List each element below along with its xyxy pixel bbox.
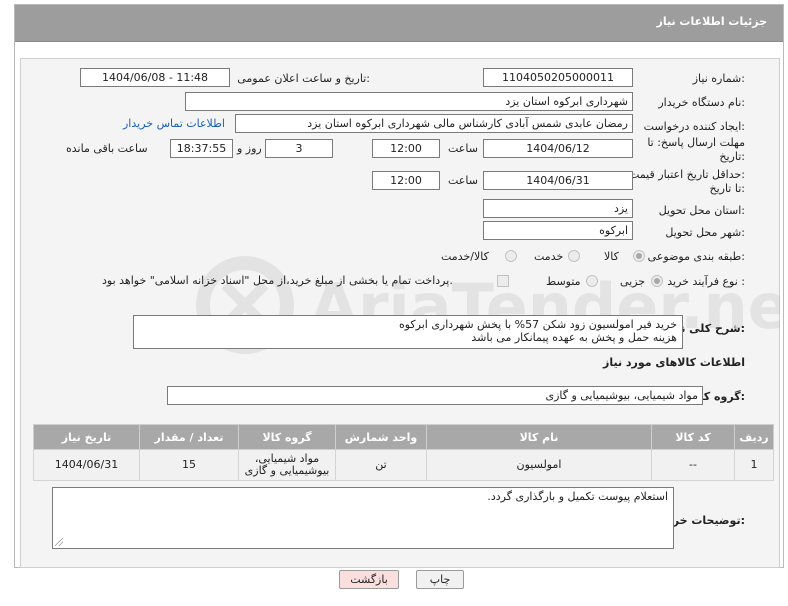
deadline-label-line1: مهلت ارسال پاسخ: تا [647,136,745,149]
price-validity-label-line2: تا تاریخ: [709,182,745,195]
general-desc-textarea[interactable]: خرید فیر امولسیون زود شکن 57% با پخش شهر… [133,315,683,349]
treasury-payment-checkbox[interactable] [497,275,509,287]
goods-table: ردیف کد کالا نام کالا واحد شمارش گروه کا… [33,424,774,481]
col-qty: تعداد / مقدار [139,424,239,450]
col-date: تاریخ نیاز [33,424,140,450]
cell-group: مواد شیمیایی، بیوشیمیایی و گازی [238,449,336,481]
buyer-org-label: نام دستگاه خریدار: [658,96,745,109]
buyer-notes-text: استعلام پیوست تکمیل و بارگذاری گردد. [487,490,668,503]
process-radio-minor[interactable] [651,275,663,287]
price-validity-time-label: ساعت [448,174,478,187]
category-option-goods: کالا [604,250,619,263]
announce-label: تاریخ و ساعت اعلان عمومی: [237,72,370,85]
cell-unit: تن [335,449,427,481]
city-field: ابرکوه [483,221,633,240]
contact-info-link[interactable]: اطلاعات تماس خریدار [123,117,225,130]
cell-qty: 15 [139,449,239,481]
buyer-notes-textarea[interactable]: استعلام پیوست تکمیل و بارگذاری گردد. [52,487,674,549]
col-group: گروه کالا [238,424,336,450]
treasury-payment-note: پرداخت تمام یا بخشی از مبلغ خرید،از محل … [102,274,453,287]
requester-label: ایجاد کننده درخواست: [643,120,745,133]
col-name: نام کالا [426,424,652,450]
province-field: یزد [483,199,633,218]
goods-section-title: اطلاعات کالاهای مورد نیاز [603,356,745,369]
buyer-org-field: شهرداری ابرکوه استان یزد [185,92,633,111]
price-validity-label-line1: حداقل تاریخ اعتبار قیمت: [629,168,745,181]
remaining-time-label: ساعت باقی مانده [66,142,148,155]
process-radio-medium[interactable] [586,275,598,287]
process-option-medium: متوسط [546,275,581,288]
category-option-both: کالا/خدمت [441,250,489,263]
category-radio-service[interactable] [568,250,580,262]
price-validity-time-field: 12:00 [372,171,440,190]
deadline-time-label: ساعت [448,142,478,155]
requester-field: رمضان عابدی شمس آبادی کارشناس مالی شهردا… [235,114,633,133]
days-remaining-field: 3 [265,139,333,158]
price-validity-date-field: 1404/06/31 [483,171,633,190]
cell-code: -- [651,449,735,481]
city-label: شهر محل تحویل: [665,226,745,239]
table-row: 1 -- امولسیون تن مواد شیمیایی، بیوشیمیای… [33,449,774,481]
remaining-time-field: 18:37:55 [170,139,233,158]
back-button[interactable]: بازگشت [339,570,399,589]
col-index: ردیف [734,424,774,450]
category-radio-both[interactable] [505,250,517,262]
need-number-field: 1104050205000011 [483,68,633,87]
print-button[interactable]: چاپ [416,570,464,589]
need-number-label: شماره نیاز: [692,72,745,85]
process-option-minor: جزیی [620,275,646,288]
goods-table-header: ردیف کد کالا نام کالا واحد شمارش گروه کا… [33,424,774,450]
col-unit: واحد شمارش [335,424,427,450]
days-label: روز و [237,142,262,155]
process-label: نوع فرآیند خرید : [667,275,745,288]
resize-grip-icon[interactable] [55,538,63,546]
deadline-date-field: 1404/06/12 [483,139,633,158]
deadline-label-line2: تاریخ: [719,150,745,163]
title-bar: جزئیات اطلاعات نیاز [15,5,783,42]
page-title: جزئیات اطلاعات نیاز [656,15,768,28]
deadline-time-field: 12:00 [372,139,440,158]
goods-group-field: مواد شیمیایی، بیوشیمیایی و گازی [167,386,703,405]
announce-date-field: 1404/06/08 - 11:48 [80,68,230,87]
category-label: طبقه بندی موضوعی: [647,250,745,263]
col-code: کد کالا [651,424,735,450]
category-option-service: خدمت [534,250,564,263]
province-label: استان محل تحویل: [658,204,745,217]
category-radio-goods[interactable] [633,250,645,262]
cell-name: امولسیون [426,449,652,481]
cell-date: 1404/06/31 [33,449,140,481]
cell-index: 1 [734,449,774,481]
